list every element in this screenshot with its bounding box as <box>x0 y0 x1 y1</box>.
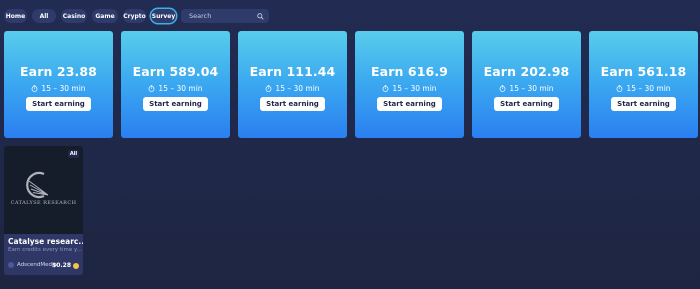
card-amount: Earn 589.04 <box>132 64 219 79</box>
offer-thumbnail: CATALYSE RESEARCH <box>4 146 83 234</box>
filter-bar: Home All Casino Game Crypto Survey Searc… <box>4 9 269 23</box>
offer-description: Earn credits every time y... <box>8 247 82 253</box>
offer-title: Catalyse researc... <box>8 237 83 246</box>
survey-card[interactable]: Earn 23.88 15 – 30 min Start earning <box>4 31 113 138</box>
timer-icon <box>32 85 38 92</box>
start-earning-button[interactable]: Start earning <box>260 97 325 111</box>
offer-price-value: $0.28 <box>52 262 71 269</box>
card-time-label: 15 – 30 min <box>158 84 203 93</box>
card-time: 15 – 30 min <box>265 84 320 93</box>
card-amount: Earn 23.88 <box>20 64 97 79</box>
coin-icon <box>73 262 79 269</box>
search-icon <box>257 12 264 20</box>
offer-brand: CATALYSE RESEARCH <box>10 200 77 206</box>
survey-card[interactable]: Earn 616.9 15 – 30 min Start earning <box>355 31 464 138</box>
card-time-label: 15 – 30 min <box>626 84 671 93</box>
offer-badge: All <box>68 150 79 158</box>
card-time: 15 – 30 min <box>616 84 671 93</box>
filter-game[interactable]: Game <box>92 9 118 23</box>
catalyse-logo-icon <box>26 171 49 199</box>
survey-card[interactable]: Earn 561.18 15 – 30 min Start earning <box>589 31 698 138</box>
offer-price: $0.28 <box>52 262 79 269</box>
provider-name: AdscendMedia <box>17 262 57 268</box>
card-time-label: 15 – 30 min <box>41 84 86 93</box>
offer-provider: AdscendMedia <box>8 262 57 268</box>
timer-icon <box>500 85 506 92</box>
card-amount: Earn 202.98 <box>483 64 570 79</box>
start-earning-button[interactable]: Start earning <box>611 97 676 111</box>
card-time: 15 – 30 min <box>148 84 203 93</box>
filter-survey[interactable]: Survey <box>151 9 176 23</box>
offer-card[interactable]: CATALYSE RESEARCH All Catalyse researc..… <box>4 146 83 275</box>
survey-card[interactable]: Earn 589.04 15 – 30 min Start earning <box>121 31 230 138</box>
card-amount: Earn 616.9 <box>371 64 448 79</box>
timer-icon <box>149 85 155 92</box>
survey-card[interactable]: Earn 111.44 15 – 30 min Start earning <box>238 31 347 138</box>
start-earning-button[interactable]: Start earning <box>143 97 208 111</box>
card-time-label: 15 – 30 min <box>509 84 554 93</box>
card-time: 15 – 30 min <box>31 84 86 93</box>
card-time-label: 15 – 30 min <box>392 84 437 93</box>
card-time: 15 – 30 min <box>499 84 554 93</box>
start-earning-button[interactable]: Start earning <box>377 97 442 111</box>
card-amount: Earn 561.18 <box>600 64 687 79</box>
start-earning-button[interactable]: Start earning <box>26 97 91 111</box>
card-amount: Earn 111.44 <box>249 64 336 79</box>
survey-card[interactable]: Earn 202.98 15 – 30 min Start earning <box>472 31 581 138</box>
card-time: 15 – 30 min <box>382 84 437 93</box>
timer-icon <box>617 85 623 92</box>
filter-home[interactable]: Home <box>4 9 27 23</box>
search-input[interactable]: Search <box>181 9 269 23</box>
filter-crypto[interactable]: Crypto <box>123 9 146 23</box>
timer-icon <box>383 85 389 92</box>
filter-casino[interactable]: Casino <box>61 9 87 23</box>
search-placeholder: Search <box>189 12 212 20</box>
timer-icon <box>266 85 272 92</box>
provider-avatar <box>8 262 14 268</box>
start-earning-button[interactable]: Start earning <box>494 97 559 111</box>
card-time-label: 15 – 30 min <box>275 84 320 93</box>
filter-all[interactable]: All <box>32 9 56 23</box>
